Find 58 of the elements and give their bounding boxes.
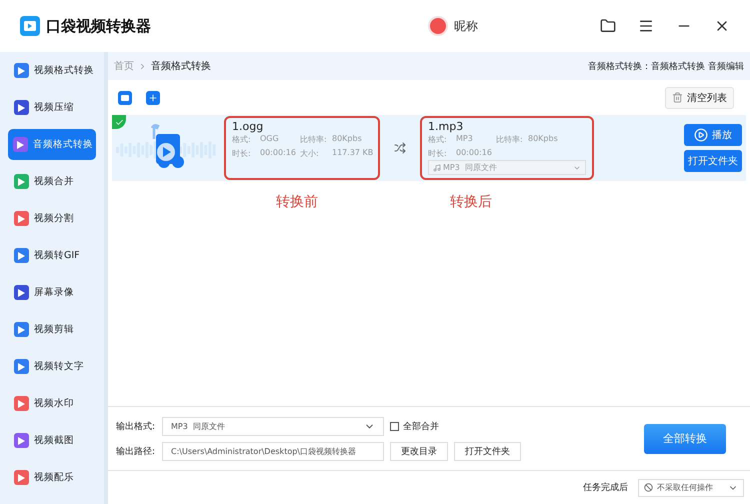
field-label: 时长: [232, 148, 252, 159]
field-label: 比特率: [496, 134, 524, 145]
field-value: MP3 [456, 134, 474, 145]
trash-icon [672, 92, 683, 103]
sidebar-item[interactable]: 视频配乐 [14, 462, 96, 493]
avatar-icon[interactable] [428, 16, 448, 36]
file-name: 1.mp3 [428, 120, 464, 133]
prohibited-icon [644, 483, 653, 492]
field-label: 时长: [428, 148, 448, 159]
sidebar-item[interactable]: 视频格式转换 [14, 55, 96, 86]
sidebar-item[interactable]: 视频分割 [14, 203, 96, 234]
field-label: 大小: [300, 148, 320, 159]
output-path-label: 输出路径: [116, 446, 156, 458]
field-label: 格式: [428, 134, 448, 145]
chevron-right-icon [138, 62, 147, 70]
sidebar-item[interactable]: 视频水印 [14, 388, 96, 419]
play-button[interactable]: 播放 [684, 124, 742, 146]
field-label: 比特率: [300, 134, 328, 145]
field-value: 00:00:16 [456, 148, 493, 159]
output-format-label: 输出格式: [116, 420, 156, 432]
app-logo-icon [20, 16, 40, 36]
file-name: 1.ogg [232, 120, 264, 133]
play-icon [694, 128, 708, 142]
field-value: 80Kpbs [332, 134, 363, 145]
change-directory-button[interactable]: 更改目录 [390, 442, 448, 460]
sidebar-item[interactable]: 视频压缩 [14, 92, 96, 123]
sidebar-item[interactable]: 视频合并 [14, 166, 96, 197]
nickname[interactable]: 昵称 [454, 18, 478, 34]
shuffle-icon [394, 142, 406, 154]
check-icon[interactable] [112, 115, 126, 129]
open-folder-button[interactable]: 打开文件夹 [454, 442, 521, 460]
field-value: 117.37 KB [332, 148, 374, 159]
sidebar-item[interactable]: 视频转文字 [14, 351, 96, 382]
app-title: 口袋视频转换器 [46, 16, 151, 36]
annotation-text: 转换前 [276, 193, 318, 211]
merge-checkbox[interactable]: 全部合并 [390, 420, 439, 432]
output-path-field[interactable]: C:\Users\Administrator\Desktop\口袋视频转换器 [162, 442, 384, 460]
field-value: OGG [260, 134, 280, 145]
after-task-label: 任务完成后 [583, 482, 628, 494]
field-label: 格式: [232, 134, 252, 145]
clear-list-button[interactable]: 清空列表 [665, 86, 734, 108]
sidebar-item[interactable]: 视频剪辑 [14, 314, 96, 345]
menu-icon[interactable] [638, 18, 654, 34]
open-folder-button[interactable]: 打开文件夹 [684, 150, 742, 172]
breadcrumb-current: 音频格式转换 [151, 60, 211, 73]
music-note-icon [433, 164, 441, 172]
field-value: 80Kpbs [528, 134, 559, 145]
sidebar-item[interactable]: 屏幕录像 [14, 277, 96, 308]
sidebar-item[interactable]: 音频格式转换 [8, 129, 96, 160]
annotation-text: 转换后 [450, 193, 492, 211]
sidebar-item[interactable]: 视频转GIF [14, 240, 96, 271]
add-folder-icon[interactable] [146, 90, 160, 104]
sidebar-item[interactable]: 视频截图 [14, 425, 96, 456]
breadcrumb-info: 音频格式转换：音频格式转换 音频编辑 [588, 60, 744, 72]
output-format-dropdown[interactable]: MP3 同原文件 [162, 416, 384, 436]
field-value: 00:00:16 [260, 148, 297, 159]
folder-icon[interactable] [600, 18, 616, 34]
after-task-dropdown[interactable]: 不采取任何操作 [638, 478, 744, 496]
